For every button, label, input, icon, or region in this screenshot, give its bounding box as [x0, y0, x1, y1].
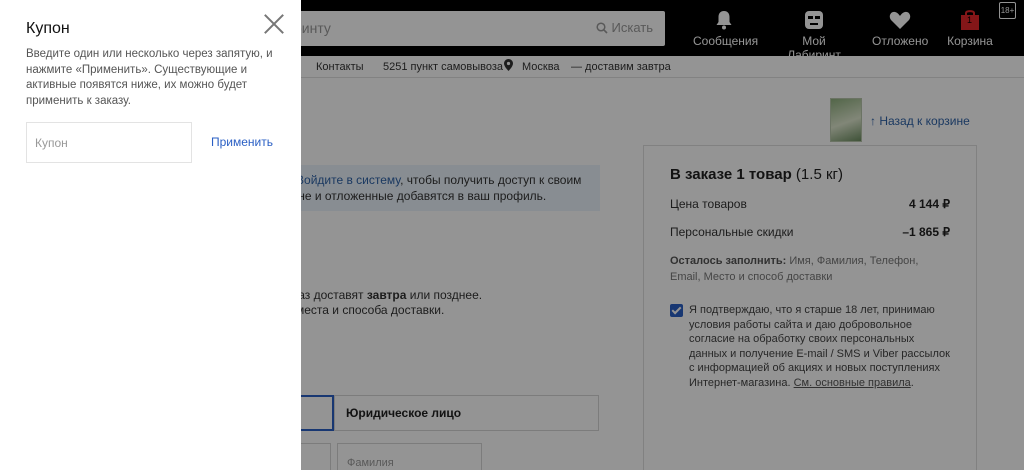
coupon-description: Введите один или несколько через запятую…	[26, 48, 273, 107]
coupon-input[interactable]	[26, 122, 192, 163]
coupon-panel-title: Купон	[26, 20, 70, 37]
close-icon[interactable]	[263, 13, 285, 35]
coupon-panel: Купон Введите один или несколько через з…	[0, 0, 301, 470]
apply-coupon-button[interactable]: Применить	[211, 135, 273, 149]
